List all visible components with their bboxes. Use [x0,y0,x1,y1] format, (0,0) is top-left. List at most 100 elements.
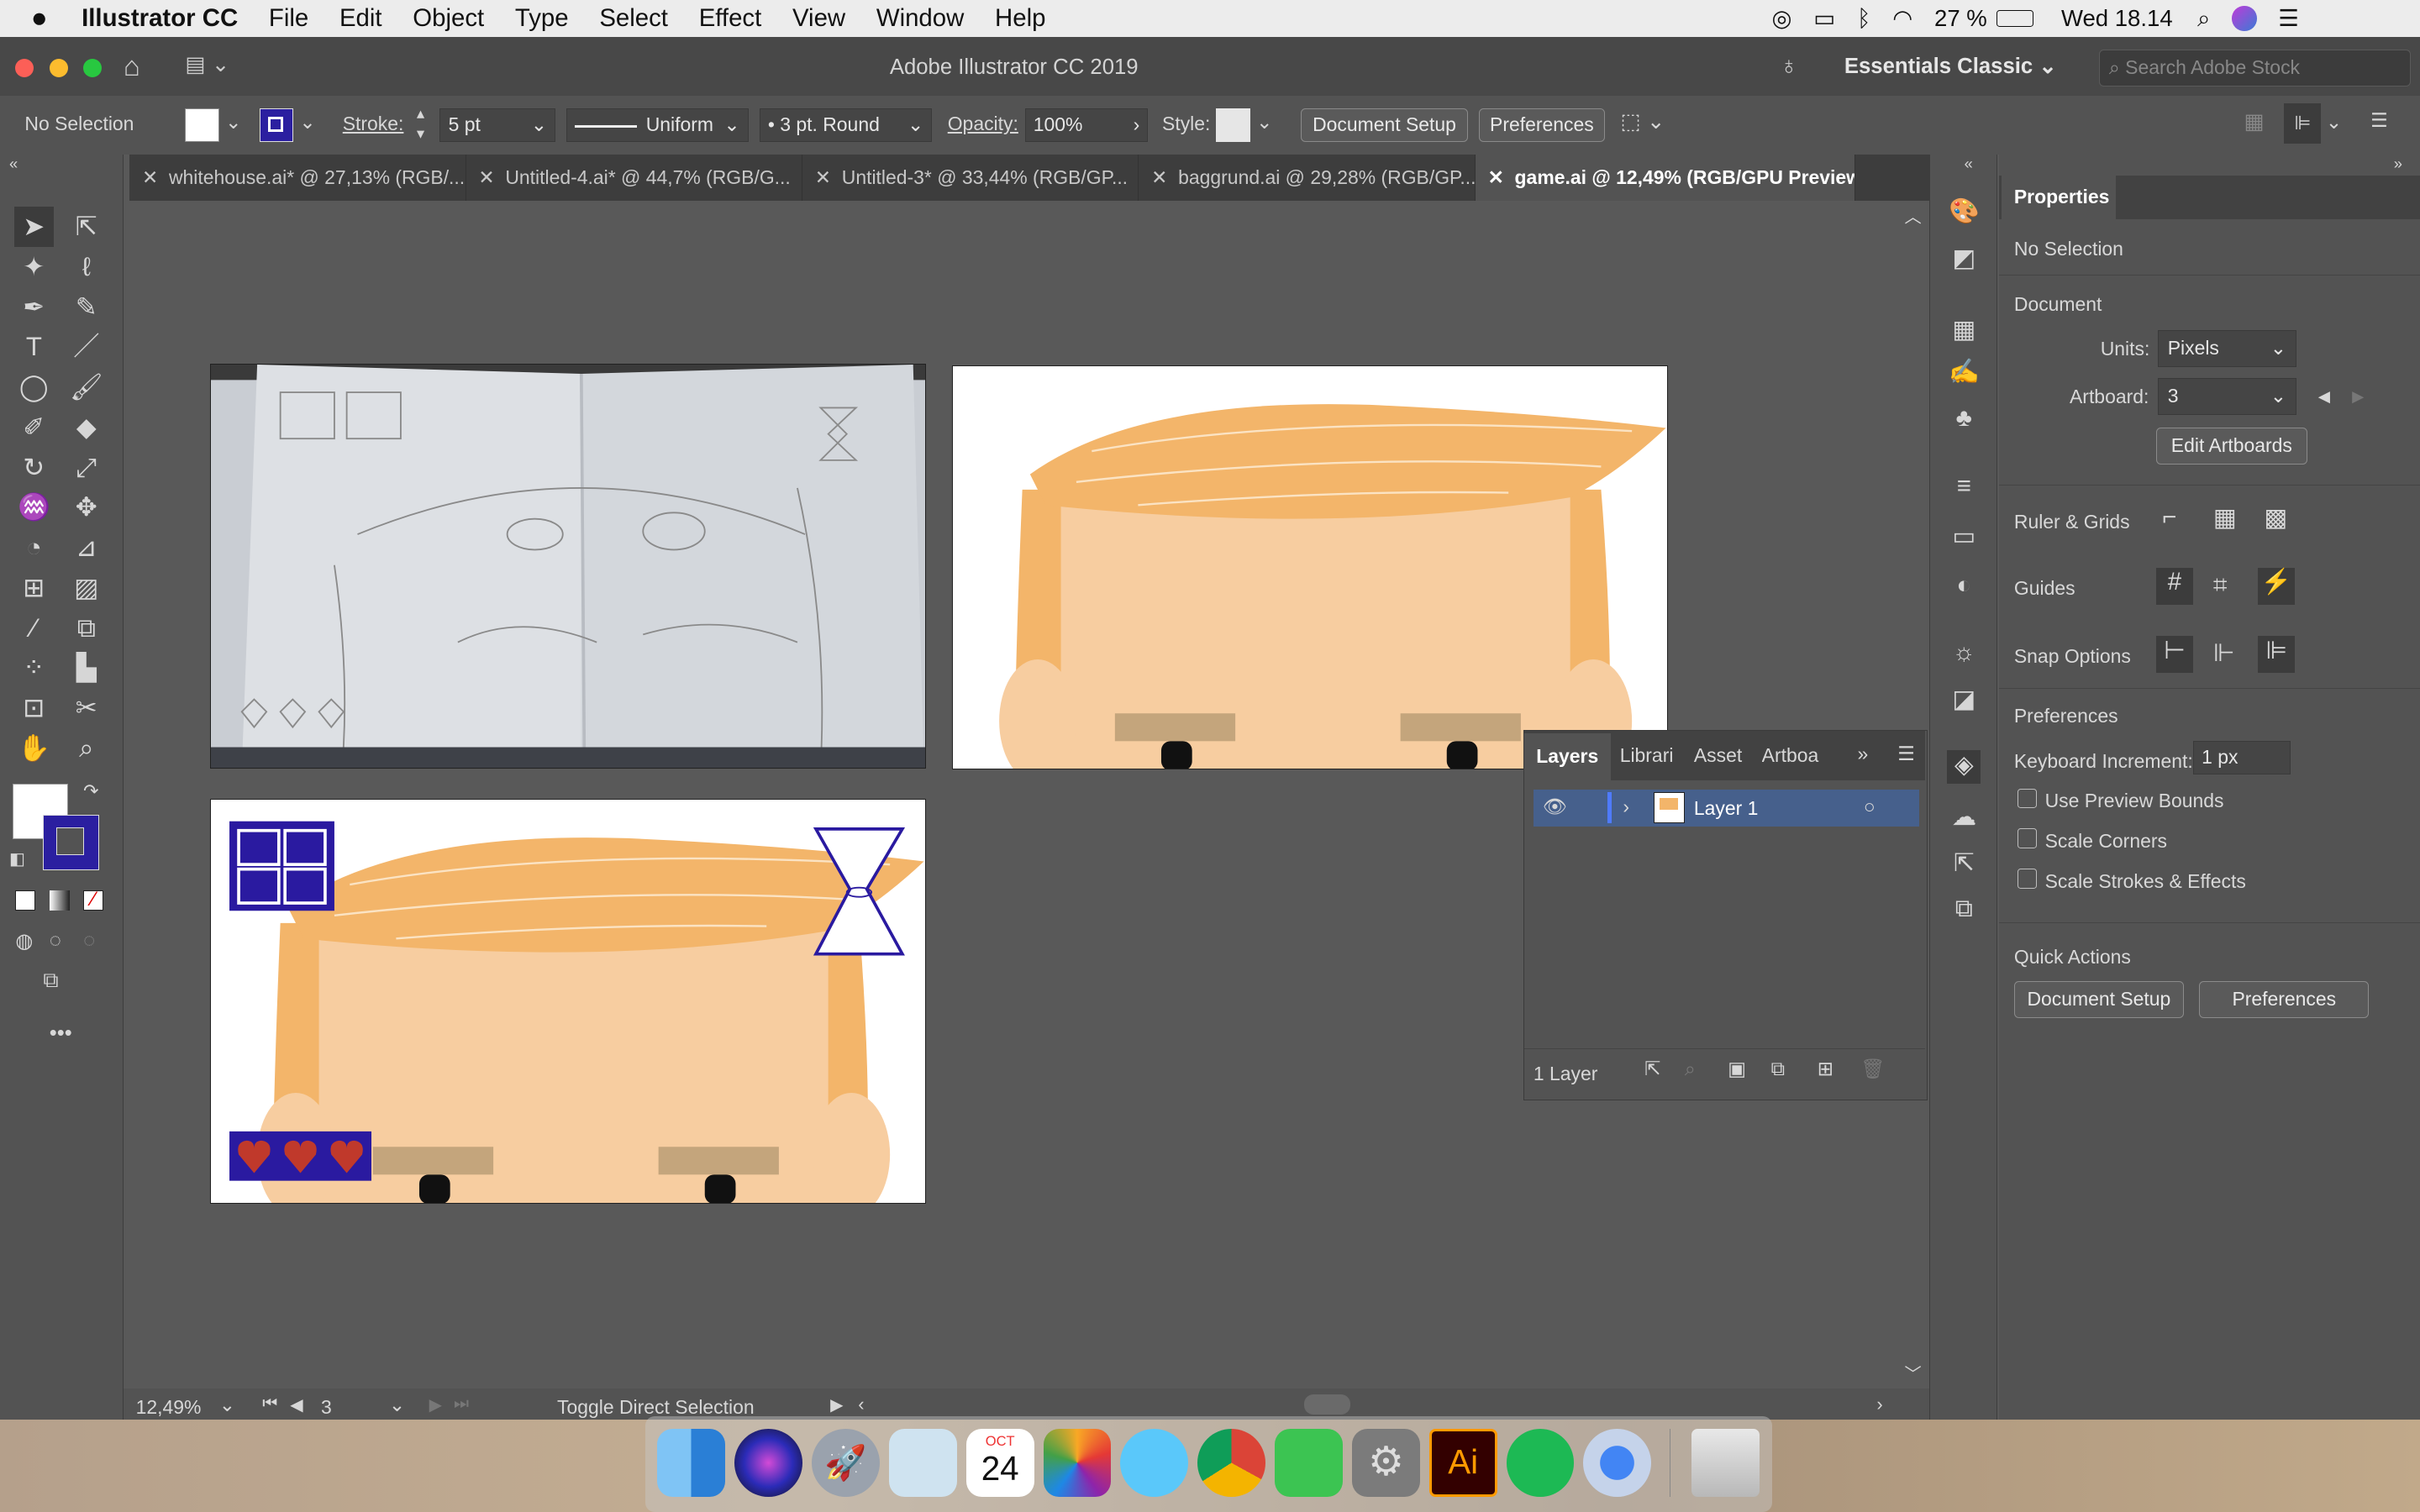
facetime-icon[interactable] [1275,1428,1343,1497]
shaper-tool-icon[interactable]: ✐ [14,407,55,448]
line-tool-icon[interactable]: ／ [66,327,107,367]
symbol-sprayer-tool-icon[interactable]: ⁘ [14,648,55,688]
default-colors-icon[interactable]: ◧ [9,848,25,869]
mail-stamp-icon[interactable] [888,1428,957,1497]
direct-selection-tool-icon[interactable]: ⇱ [66,207,107,247]
eraser-tool-icon[interactable]: ◆ [66,407,107,448]
keyboard-increment-field[interactable]: 1 px [2192,740,2291,774]
clipping-mask-icon[interactable]: ▣ [1728,1058,1746,1080]
panel-menu-icon[interactable]: ☰ [2370,109,2388,132]
gradient-tool-icon[interactable]: ▨ [66,568,107,608]
puppet-warp-tool-icon[interactable]: ✥ [66,487,107,528]
airplay-icon[interactable]: ▭ [1813,5,1835,32]
notification-center-icon[interactable]: ☰ [2278,5,2299,32]
menu-file[interactable]: File [269,4,308,33]
menu-help[interactable]: Help [995,4,1045,33]
illustrator-icon[interactable]: Ai [1428,1428,1497,1497]
visibility-eye-icon[interactable]: 👁 [1543,795,1567,818]
snap-to-pixel-icon[interactable]: ⊫ [2258,635,2296,673]
menu-effect[interactable]: Effect [699,4,762,33]
scale-strokes-checkbox[interactable] [2017,869,2038,889]
chrome-alt-icon[interactable] [1583,1428,1652,1497]
artboard-sketch[interactable] [209,364,926,769]
color-guide-icon[interactable]: ◩ [1947,244,1981,277]
zoom-dropdown-icon[interactable]: ⌄ [219,1394,235,1416]
prev-artboard-icon[interactable]: ◀ [2318,387,2330,406]
type-tool-icon[interactable]: T [14,327,55,367]
prev-artboard-icon[interactable]: ◀ [290,1394,303,1415]
menu-type[interactable]: Type [515,4,569,33]
wifi-icon[interactable]: ◠ [1892,5,1912,32]
last-artboard-icon[interactable]: ⏭ [454,1394,469,1414]
siri-app-icon[interactable] [734,1428,803,1497]
screen-mode-icon[interactable]: ⧉ [43,969,58,994]
layer-row[interactable]: 👁 › Layer 1 ○ [1533,789,1919,827]
lightbulb-icon[interactable]: ♁ [1780,52,1798,81]
draw-behind-icon[interactable]: ◌ [50,929,61,953]
apple-icon[interactable]: ● [31,3,48,34]
quick-document-setup-button[interactable]: Document Setup [2013,981,2184,1019]
close-icon[interactable]: ✕ [1488,166,1504,188]
grid-icon[interactable]: ▦ [2213,503,2237,533]
lock-guides-icon[interactable]: ⌗ [2213,571,2228,600]
first-artboard-icon[interactable]: ⏮ [262,1394,277,1414]
stroke-swatch[interactable] [259,108,293,142]
fill-dropdown-icon[interactable]: ⌄ [225,111,241,134]
close-icon[interactable]: ✕ [815,166,831,188]
collect-export-icon[interactable]: ⇱ [1644,1058,1660,1080]
curvature-tool-icon[interactable]: ✎ [66,287,107,328]
shape-builder-tool-icon[interactable]: ◔ [14,528,55,568]
brush-definition[interactable]: • 3 pt. Round ⌄ [759,108,933,142]
workspace-switcher[interactable]: Essentials Classic ⌄ [1844,54,2057,79]
export-icon[interactable]: ⇱ [1947,848,1981,882]
eyedropper-tool-icon[interactable]: ⁄ [14,608,55,648]
menu-edit[interactable]: Edit [339,4,382,33]
scroll-right-icon[interactable]: › [1876,1394,1882,1415]
stroke-weight-field[interactable]: 5 pt ⌄ [439,108,556,142]
tab-untitled-4[interactable]: ✕ Untitled-4.ai* @ 44,7% (RGB/G... [466,154,803,201]
system-preferences-icon[interactable]: ⚙ [1351,1428,1420,1497]
units-dropdown[interactable]: Pixels ⌄ [2157,330,2296,368]
more-tabs-icon[interactable]: » [1858,743,1869,765]
color-mode-icon[interactable] [15,890,36,911]
style-dropdown-icon[interactable]: ⌄ [1256,111,1272,134]
ruler-icon[interactable]: ⌐ [2162,503,2176,532]
menu-select[interactable]: Select [599,4,668,33]
warp-tool-icon[interactable]: ♒ [14,487,55,528]
zoom-level[interactable]: 12,49% [136,1396,202,1419]
launchpad-icon[interactable]: 🚀 [812,1428,880,1497]
close-icon[interactable]: ✕ [142,166,158,188]
stroke-label[interactable]: Stroke: [343,113,404,135]
opacity-label[interactable]: Opacity: [948,113,1018,135]
fill-swatch[interactable] [185,108,219,142]
use-preview-bounds-checkbox[interactable] [2017,788,2038,809]
new-layer-icon[interactable]: ⊞ [1818,1058,1833,1080]
calendar-icon[interactable]: OCT 24 [965,1428,1034,1497]
close-icon[interactable]: ✕ [478,166,494,188]
scroll-up-icon[interactable]: ︿ [1904,203,1921,228]
panel-toggle-icon[interactable]: ⊫ [2284,103,2322,144]
preferences-button[interactable]: Preferences [1478,108,1606,142]
scale-corners-checkbox[interactable] [2017,828,2038,849]
menu-window[interactable]: Window [876,4,964,33]
libraries-icon[interactable]: ☁ [1947,802,1981,836]
collapse-icon[interactable]: « [9,155,18,173]
selection-tool-icon[interactable]: ➤ [13,207,55,247]
zoom-tool-icon[interactable]: ⌕ [66,728,107,769]
hand-tool-icon[interactable]: ✋ [14,728,55,769]
mesh-tool-icon[interactable]: ⊞ [14,568,55,608]
artboard-tool-icon[interactable]: ⊡ [14,688,55,728]
tab-asset-export[interactable]: Asset [1694,744,1742,767]
pen-tool-icon[interactable]: ✒ [14,287,55,328]
tab-properties[interactable]: Properties [2002,176,2117,219]
snap-to-grid-icon[interactable]: ⊩ [2213,638,2235,668]
opacity-field[interactable]: 100% › [1024,108,1149,142]
expand-layer-icon[interactable]: › [1623,795,1629,818]
new-sublayer-icon[interactable]: ⧉ [1771,1058,1785,1080]
tab-game[interactable]: ✕ game.ai @ 12,49% (RGB/GPU Preview) [1475,154,1855,201]
spotlight-icon[interactable]: ⌕ [2197,5,2210,33]
variable-width-profile[interactable]: Uniform ⌄ [566,108,749,142]
artboard-number[interactable]: 3 [321,1396,382,1419]
rotate-tool-icon[interactable]: ↻ [14,448,55,488]
edit-artboards-button[interactable]: Edit Artboards [2155,427,2307,465]
